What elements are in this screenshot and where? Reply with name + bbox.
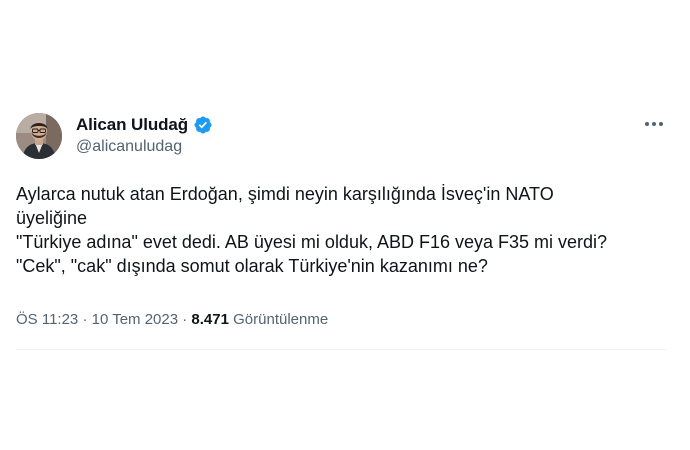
author-names: Alican Uludağ @alicanuludag	[76, 114, 213, 156]
tweet-text-line: "Türkiye adına" evet dedi. AB üyesi mi o…	[16, 232, 608, 252]
more-options-button[interactable]	[642, 114, 666, 134]
tweet-text-line: üyeliğine	[16, 208, 88, 228]
author-handle[interactable]: @alicanuludag	[76, 138, 213, 156]
views-count[interactable]: 8.471	[191, 311, 229, 328]
verified-badge-icon[interactable]	[193, 115, 213, 135]
tweet: Alican Uludağ @alicanuludag Aylarca nutu…	[16, 108, 666, 350]
display-name[interactable]: Alican Uludağ	[76, 115, 188, 135]
more-options-icon	[645, 122, 663, 126]
tweet-header: Alican Uludağ @alicanuludag	[16, 108, 666, 160]
meta-separator: ·	[182, 311, 188, 328]
divider	[16, 349, 666, 350]
tweet-text: Aylarca nutuk atan Erdoğan, şimdi neyin …	[16, 182, 666, 278]
tweet-text-line: "Cek", "cak" dışında somut olarak Türkiy…	[16, 256, 488, 276]
views-label: Görüntülenme	[233, 311, 329, 328]
tweet-meta: ÖS 11:23 · 10 Tem 2023 · 8.471 Görüntüle…	[16, 311, 328, 328]
meta-separator: ·	[82, 311, 88, 328]
avatar[interactable]	[16, 113, 62, 159]
tweet-date[interactable]: 10 Tem 2023	[92, 311, 178, 328]
avatar-image	[16, 113, 62, 159]
tweet-text-line: Aylarca nutuk atan Erdoğan, şimdi neyin …	[16, 184, 554, 204]
display-name-row: Alican Uludağ	[76, 114, 213, 136]
tweet-time[interactable]: ÖS 11:23	[16, 311, 78, 328]
